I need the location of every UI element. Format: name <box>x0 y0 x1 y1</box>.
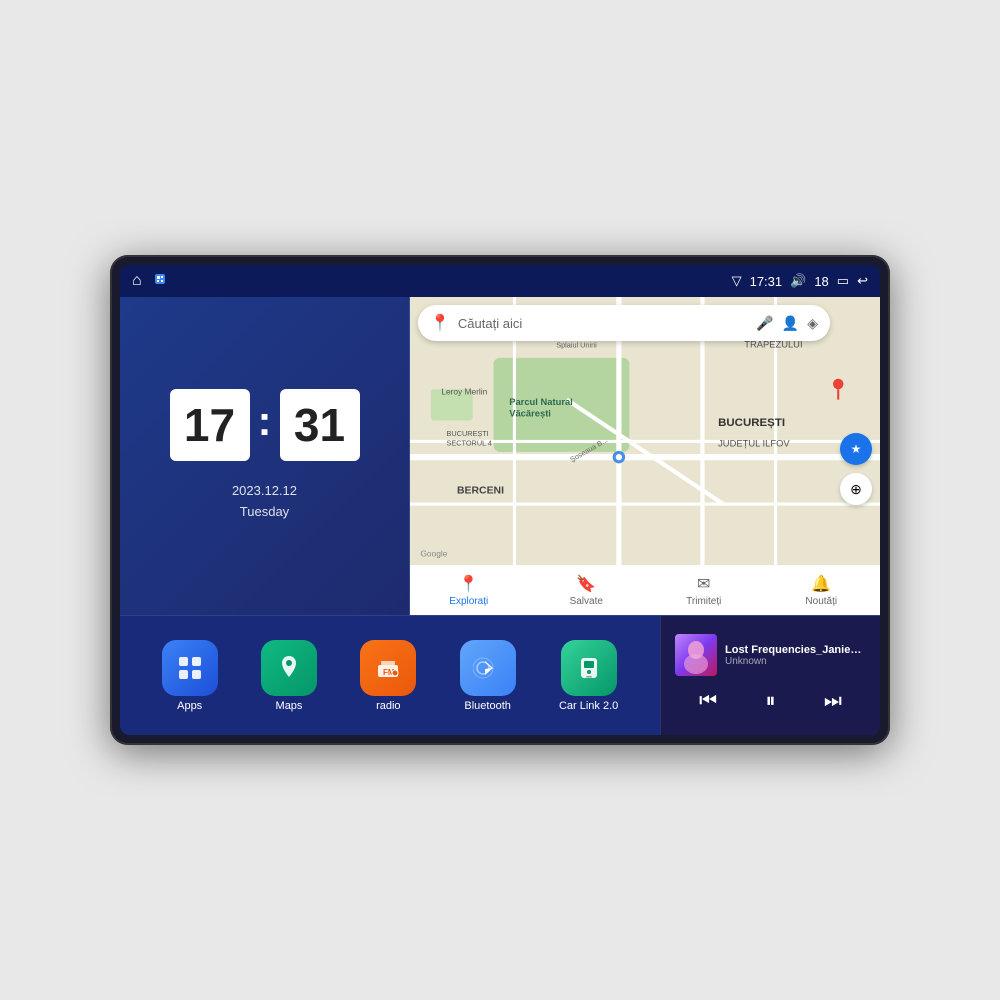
map-profile-icon[interactable]: 👤 <box>782 315 799 332</box>
signal-icon: ▽ <box>732 273 742 289</box>
map-search-bar[interactable]: 📍 Căutați aici 🎤 👤 ◈ <box>418 305 830 341</box>
news-label: Noutăți <box>805 596 837 607</box>
maps-status-icon <box>152 271 168 292</box>
clock-hour: 17 <box>170 389 250 461</box>
carlink-icon <box>561 640 617 696</box>
music-controls: ⏮ ⏸ ⏭ <box>675 686 866 717</box>
send-icon: ✉ <box>697 574 710 594</box>
music-player: Lost Frequencies_Janieck Devy-... Unknow… <box>660 616 880 735</box>
svg-text:Parcul Natural: Parcul Natural <box>509 396 573 407</box>
radio-icon: FM <box>360 640 416 696</box>
app-item-radio[interactable]: FM radio <box>360 640 416 712</box>
map-nav-news[interactable]: 🔔 Noutăți <box>763 574 881 607</box>
music-top: Lost Frequencies_Janieck Devy-... Unknow… <box>675 634 866 676</box>
radio-label: radio <box>376 700 400 712</box>
music-play-button[interactable]: ⏸ <box>757 686 783 717</box>
bluetooth-icon <box>460 640 516 696</box>
map-bottom-nav: 📍 Explorați 🔖 Salvate ✉ Trimiteți 🔔 <box>410 565 880 615</box>
apps-icon <box>162 640 218 696</box>
screen: ⌂ ▽ 17:31 🔊 18 ▭ ↩ <box>120 265 880 735</box>
clock-colon: : <box>258 397 272 445</box>
explore-icon: 📍 <box>459 574 479 594</box>
clock-day: Tuesday <box>232 502 297 523</box>
map-layers-icon[interactable]: ◈ <box>807 315 818 332</box>
home-icon[interactable]: ⌂ <box>132 272 142 290</box>
send-label: Trimiteți <box>686 596 721 607</box>
status-right: ▽ 17:31 🔊 18 ▭ ↩ <box>732 273 868 289</box>
svg-text:SECTORUL 4: SECTORUL 4 <box>447 439 492 448</box>
map-voice-icon[interactable]: 🎤 <box>756 315 773 332</box>
saved-icon: 🔖 <box>576 574 596 594</box>
svg-text:Văcărești: Văcărești <box>509 407 551 418</box>
battery-level: 18 <box>814 274 828 289</box>
explore-label: Explorați <box>449 596 488 607</box>
svg-text:Leroy Merlin: Leroy Merlin <box>441 386 487 396</box>
clock-panel: 17 : 31 2023.12.12 Tuesday <box>120 297 410 615</box>
map-search-text[interactable]: Căutați aici <box>458 316 748 331</box>
svg-text:Google: Google <box>420 548 447 558</box>
top-section: 17 : 31 2023.12.12 Tuesday 📍 Căutați aic… <box>120 297 880 615</box>
bottom-section: Apps Maps <box>120 615 880 735</box>
bluetooth-label: Bluetooth <box>464 700 510 712</box>
clock-digits: 17 : 31 <box>170 389 360 461</box>
music-title: Lost Frequencies_Janieck Devy-... <box>725 644 866 656</box>
svg-text:BUCUREȘTI: BUCUREȘTI <box>718 417 785 429</box>
volume-icon: 🔊 <box>790 273 806 289</box>
map-nav-send[interactable]: ✉ Trimiteți <box>645 574 763 607</box>
music-info: Lost Frequencies_Janieck Devy-... Unknow… <box>725 644 866 667</box>
app-item-maps[interactable]: Maps <box>261 640 317 712</box>
svg-text:BUCUREȘTI: BUCUREȘTI <box>447 429 489 438</box>
clock-minute: 31 <box>280 389 360 461</box>
apps-row: Apps Maps <box>120 616 660 735</box>
map-pin-icon: 📍 <box>430 313 450 333</box>
battery-icon: ▭ <box>837 273 849 289</box>
svg-text:JUDEȚUL ILFOV: JUDEȚUL ILFOV <box>718 438 790 449</box>
map-compass-button[interactable]: ★ <box>840 433 872 465</box>
music-thumbnail <box>675 634 717 676</box>
map-nav-saved[interactable]: 🔖 Salvate <box>528 574 646 607</box>
music-prev-button[interactable]: ⏮ <box>691 686 725 717</box>
carlink-label: Car Link 2.0 <box>559 700 618 712</box>
time-display: 17:31 <box>750 274 783 289</box>
music-artist: Unknown <box>725 656 866 667</box>
main-area: 17 : 31 2023.12.12 Tuesday 📍 Căutați aic… <box>120 297 880 735</box>
car-display-unit: ⌂ ▽ 17:31 🔊 18 ▭ ↩ <box>110 255 890 745</box>
map-location-button[interactable]: ⊕ <box>840 473 872 505</box>
app-item-carlink[interactable]: Car Link 2.0 <box>559 640 618 712</box>
app-item-bluetooth[interactable]: Bluetooth <box>460 640 516 712</box>
status-left: ⌂ <box>132 271 168 292</box>
news-icon: 🔔 <box>811 574 831 594</box>
map-nav-explore[interactable]: 📍 Explorați <box>410 574 528 607</box>
app-item-apps[interactable]: Apps <box>162 640 218 712</box>
apps-label: Apps <box>177 700 202 712</box>
svg-text:Splaiul Unirii: Splaiul Unirii <box>556 340 597 349</box>
clock-date: 2023.12.12 Tuesday <box>232 481 297 523</box>
maps-label: Maps <box>276 700 303 712</box>
maps-icon <box>261 640 317 696</box>
saved-label: Salvate <box>570 596 603 607</box>
map-panel: 📍 Căutați aici 🎤 👤 ◈ <box>410 297 880 615</box>
status-bar: ⌂ ▽ 17:31 🔊 18 ▭ ↩ <box>120 265 880 297</box>
svg-text:BERCENI: BERCENI <box>457 486 504 497</box>
music-album-art <box>675 634 717 676</box>
clock-date-value: 2023.12.12 <box>232 481 297 502</box>
music-next-button[interactable]: ⏭ <box>816 686 850 717</box>
back-button[interactable]: ↩ <box>857 273 868 289</box>
